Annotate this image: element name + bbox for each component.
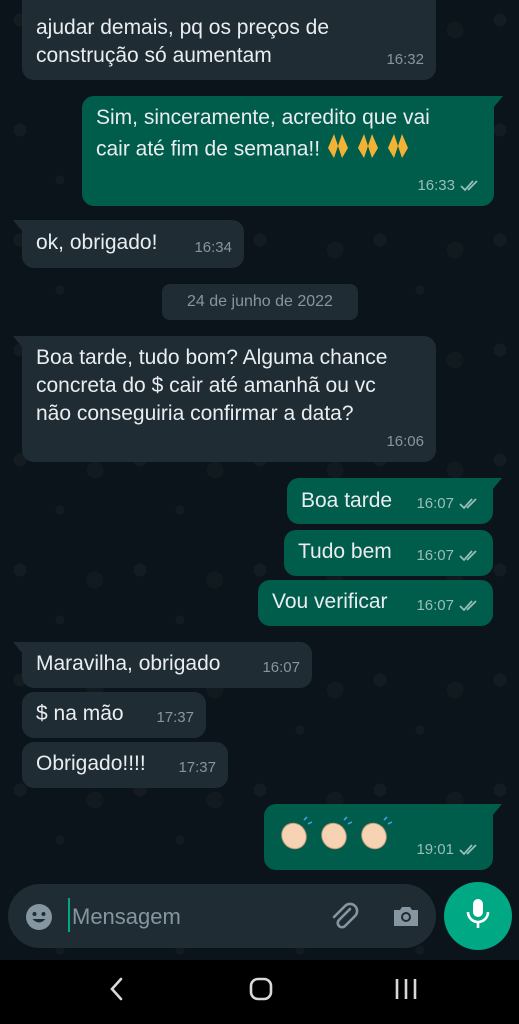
message-time: 16:07	[416, 547, 454, 564]
message-time: 16:06	[386, 433, 424, 450]
message-outgoing[interactable]: Boa tarde 16:07	[287, 478, 502, 524]
emoji-icon[interactable]	[24, 902, 54, 937]
message-time: 16:34	[194, 239, 232, 256]
message-time: 17:37	[156, 709, 194, 726]
message-text: Boa tarde, tudo bom? Alguma chance concr…	[36, 346, 388, 425]
message-outgoing[interactable]: Sim, sinceramente, acredito que vai cair…	[82, 96, 503, 206]
message-text: ajudar demais, pq os preços de construçã…	[36, 16, 330, 67]
message-outgoing[interactable]: Vou verificar 16:07	[258, 580, 493, 626]
message-time: 17:37	[178, 759, 216, 776]
system-navigation-bar	[0, 960, 519, 1024]
message-incoming[interactable]: $ na mão 17:37	[22, 692, 206, 738]
message-outgoing[interactable]: 19:01	[264, 804, 502, 870]
message-incoming[interactable]: ajudar demais, pq os preços de construçã…	[22, 0, 436, 80]
microphone-button[interactable]	[444, 882, 512, 950]
microphone-icon	[464, 897, 492, 936]
message-incoming[interactable]: Obrigado!!!! 17:37	[22, 742, 228, 788]
date-separator: 24 de junho de 2022	[162, 284, 358, 320]
message-outgoing[interactable]: Tudo bem 16:07	[284, 530, 493, 576]
message-text: Maravilha, obrigado	[36, 652, 221, 675]
folded-hands-emoji	[324, 132, 414, 168]
message-time: 16:32	[386, 51, 424, 68]
recents-icon[interactable]	[392, 974, 420, 1009]
message-input[interactable]	[70, 896, 314, 938]
text-cursor	[68, 898, 70, 932]
read-ticks-icon	[459, 498, 481, 510]
message-time: 16:07	[416, 597, 454, 614]
message-incoming[interactable]: ok, obrigado! 16:34	[13, 220, 244, 268]
message-incoming[interactable]: Boa tarde, tudo bom? Alguma chance concr…	[13, 336, 436, 462]
message-time: 16:33	[417, 177, 455, 194]
chevron-left-icon[interactable]	[104, 974, 130, 1009]
message-text: Sim, sinceramente, acredito que vai cair…	[96, 104, 480, 168]
read-ticks-icon	[459, 550, 481, 562]
read-ticks-icon	[459, 600, 481, 612]
home-icon[interactable]	[246, 974, 276, 1009]
paperclip-icon[interactable]	[328, 900, 362, 939]
read-ticks-icon	[459, 844, 481, 856]
message-time: 16:07	[416, 495, 454, 512]
read-ticks-icon	[460, 180, 482, 192]
camera-icon[interactable]	[390, 900, 422, 937]
message-time: 16:07	[262, 659, 300, 676]
message-incoming[interactable]: Maravilha, obrigado 16:07	[13, 642, 312, 688]
message-time: 19:01	[416, 841, 454, 858]
message-composer	[8, 884, 436, 948]
